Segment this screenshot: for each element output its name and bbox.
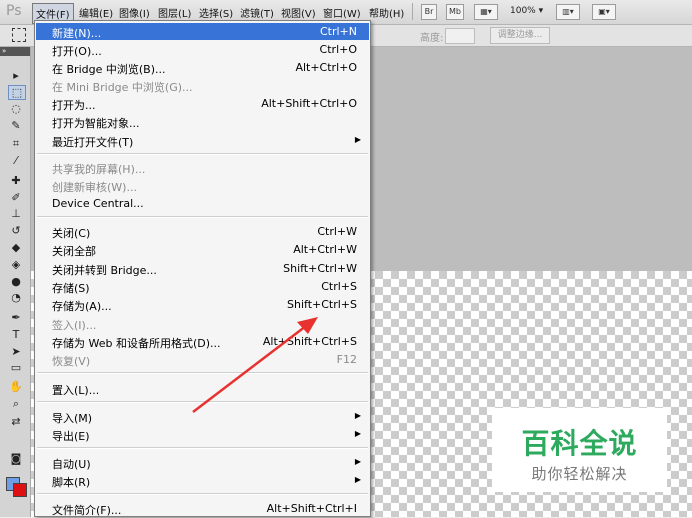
shape-tool-icon[interactable]: ▭ bbox=[8, 361, 24, 374]
submenu-arrow-icon: ▶ bbox=[354, 411, 361, 420]
default-colors-icon[interactable]: ⇄ bbox=[8, 415, 24, 428]
watermark-subtitle: 助你轻松解决 bbox=[531, 465, 628, 483]
menu-separator bbox=[37, 401, 368, 403]
tools-panel-header[interactable]: » bbox=[0, 47, 30, 56]
quick-mask-icon[interactable]: ◙ bbox=[8, 452, 24, 465]
crop-tool-icon[interactable]: ⌗ bbox=[8, 137, 24, 150]
menu-item-browse-mini-bridge: 在 Mini Bridge 中浏览(G)... bbox=[52, 81, 193, 94]
menu-item-check-in: 签入(I)... bbox=[52, 319, 97, 332]
feather-label: 高度: bbox=[420, 33, 444, 44]
blur-tool-icon[interactable]: ● bbox=[8, 275, 24, 288]
menu-separator bbox=[37, 153, 368, 155]
menubar-divider bbox=[412, 3, 413, 20]
healing-brush-tool-icon[interactable]: ✚ bbox=[8, 174, 24, 187]
menu-item-automate[interactable]: 自动(U) ▶ bbox=[36, 454, 369, 471]
pen-tool-icon[interactable]: ✒ bbox=[8, 311, 24, 324]
photoshop-logo: Ps bbox=[6, 3, 22, 19]
bridge-button[interactable]: Br bbox=[421, 4, 437, 20]
menu-item-open-smart-object[interactable]: 打开为智能对象... bbox=[36, 113, 369, 130]
menu-view[interactable]: 视图(V) bbox=[281, 5, 316, 20]
menu-window[interactable]: 窗口(W) bbox=[323, 5, 361, 20]
menu-edit[interactable]: 编辑(E) bbox=[79, 5, 113, 20]
menu-separator bbox=[37, 372, 368, 374]
eraser-tool-icon[interactable]: ◆ bbox=[8, 241, 24, 254]
menu-item-scripts[interactable]: 脚本(R) ▶ bbox=[36, 472, 369, 489]
screen-mode-icon[interactable]: ▣▾ bbox=[592, 4, 616, 20]
menu-item-save-for-web[interactable]: 存储为 Web 和设备所用格式(D)... Alt+Shift+Ctrl+S bbox=[36, 333, 369, 350]
file-menu-dropdown: 新建(N)... Ctrl+N 打开(O)... Ctrl+O 在 Bridge 中… bbox=[34, 20, 371, 517]
menu-filter[interactable]: 滤镜(T) bbox=[240, 5, 274, 20]
menu-item-new[interactable]: 新建(N)... Ctrl+N bbox=[36, 23, 369, 40]
menu-item-recent-files[interactable]: 最近打开文件(T) ▶ bbox=[36, 132, 369, 149]
brush-tool-icon[interactable]: ✐ bbox=[8, 191, 24, 204]
watermark-title: 百科全说 bbox=[521, 427, 638, 460]
menu-item-browse-bridge[interactable]: 在 Bridge 中浏览(B)... Alt+Ctrl+O bbox=[36, 59, 369, 76]
menu-item-create-review: 创建新审核(W)... bbox=[52, 181, 137, 194]
menu-item-save-as[interactable]: 存储为(A)... Shift+Ctrl+S bbox=[36, 296, 369, 313]
zoom-tool-icon[interactable]: ⌕ bbox=[8, 397, 24, 410]
menu-item-revert: 恢复(V) F12 bbox=[52, 353, 357, 368]
menu-item-import[interactable]: 导入(M) ▶ bbox=[36, 408, 369, 425]
menu-item-close-go-bridge[interactable]: 关闭并转到 Bridge... Shift+Ctrl+W bbox=[36, 260, 369, 277]
menu-item-device-central[interactable]: Device Central... bbox=[36, 195, 369, 212]
menu-item-export[interactable]: 导出(E) ▶ bbox=[36, 426, 369, 443]
submenu-arrow-icon: ▶ bbox=[354, 429, 361, 438]
menu-help[interactable]: 帮助(H) bbox=[369, 5, 404, 20]
background-color-swatch[interactable] bbox=[13, 483, 27, 497]
menu-item-place[interactable]: 置入(L)... bbox=[36, 380, 369, 397]
menu-separator bbox=[37, 447, 368, 449]
eyedropper-tool-icon[interactable]: ⁄ bbox=[8, 154, 24, 167]
refine-edge-button[interactable]: 调整边缘... bbox=[490, 27, 550, 44]
dodge-tool-icon[interactable]: ◔ bbox=[8, 291, 24, 304]
menu-separator bbox=[37, 493, 368, 495]
mini-bridge-button[interactable]: Mb bbox=[446, 4, 464, 20]
menu-select[interactable]: 选择(S) bbox=[199, 5, 233, 20]
submenu-arrow-icon: ▶ bbox=[354, 457, 361, 466]
clone-stamp-tool-icon[interactable]: ⊥ bbox=[8, 207, 24, 220]
menu-item-close[interactable]: 关闭(C) Ctrl+W bbox=[36, 223, 369, 240]
path-selection-tool-icon[interactable]: ➤ bbox=[8, 345, 24, 358]
menu-layer[interactable]: 图层(L) bbox=[158, 5, 191, 20]
menu-image[interactable]: 图像(I) bbox=[119, 5, 150, 20]
type-tool-icon[interactable]: T bbox=[8, 328, 24, 341]
height-input[interactable] bbox=[445, 28, 475, 44]
menu-item-close-all[interactable]: 关闭全部 Alt+Ctrl+W bbox=[36, 241, 369, 258]
menu-separator bbox=[37, 216, 368, 218]
menu-item-open-as[interactable]: 打开为... Alt+Shift+Ctrl+O bbox=[36, 95, 369, 112]
menu-item-file-info[interactable]: 文件简介(F)... Alt+Shift+Ctrl+I bbox=[36, 500, 369, 517]
menu-item-open[interactable]: 打开(O)... Ctrl+O bbox=[36, 41, 369, 58]
zoom-level[interactable]: 100% ▾ bbox=[510, 6, 543, 16]
menu-item-save[interactable]: 存储(S) Ctrl+S bbox=[36, 278, 369, 295]
menu-item-share-screen: 共享我的屏幕(H)... bbox=[52, 163, 146, 176]
marquee-preset-icon[interactable] bbox=[12, 28, 26, 42]
quick-selection-tool-icon[interactable]: ✎ bbox=[8, 119, 24, 132]
history-brush-tool-icon[interactable]: ↺ bbox=[8, 224, 24, 237]
paint-bucket-tool-icon[interactable]: ◈ bbox=[8, 258, 24, 271]
arrange-documents-icon[interactable]: ▥▾ bbox=[556, 4, 580, 20]
watermark-logo: 百科全说 助你轻松解决 bbox=[492, 408, 667, 492]
view-extras-icon[interactable]: ▦▾ bbox=[474, 4, 498, 20]
tools-panel: » ▸ ⬚ ◌ ✎ ⌗ ⁄ ✚ ✐ ⊥ ↺ ◆ ◈ ● ◔ ✒ T ➤ ▭ ✋ … bbox=[0, 47, 31, 517]
submenu-arrow-icon: ▶ bbox=[354, 135, 361, 144]
move-tool-icon[interactable]: ▸ bbox=[8, 69, 24, 82]
lasso-tool-icon[interactable]: ◌ bbox=[8, 102, 24, 115]
submenu-arrow-icon: ▶ bbox=[354, 475, 361, 484]
hand-tool-icon[interactable]: ✋ bbox=[8, 380, 24, 393]
rectangular-marquee-tool-icon[interactable]: ⬚ bbox=[8, 85, 26, 100]
